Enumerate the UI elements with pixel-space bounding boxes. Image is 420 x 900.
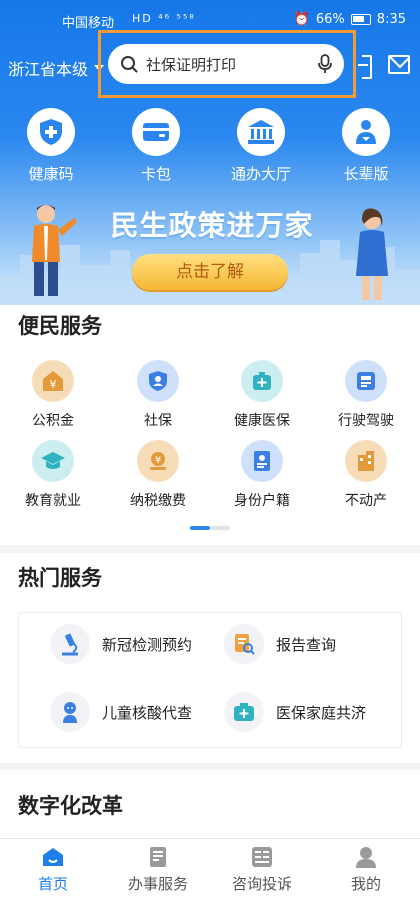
- woman-illustration: [356, 208, 388, 300]
- clock: 8:35: [376, 12, 406, 27]
- region-label: 浙江省本级: [8, 60, 89, 79]
- nav-profile[interactable]: 我的: [316, 845, 416, 894]
- quick-label: 长辈版: [343, 165, 389, 183]
- service-doc-icon: [150, 847, 166, 867]
- real-estate-icon: [345, 440, 387, 482]
- hot-label: 新冠检测预约: [102, 635, 193, 654]
- nav-services[interactable]: 办事服务: [108, 845, 208, 894]
- service-medical-insurance[interactable]: 健康医保: [212, 360, 312, 430]
- svg-text:¥: ¥: [155, 455, 161, 466]
- battery-icon: [350, 14, 371, 25]
- hot-label: 儿童核酸代查: [102, 703, 193, 722]
- hot-label: 报告查询: [276, 635, 337, 654]
- section-title-hot: 热门服务: [18, 566, 102, 590]
- quick-elder-mode[interactable]: 长辈版: [321, 108, 411, 184]
- service-social-security[interactable]: 社保: [108, 360, 208, 430]
- alarm-icon: ⏰: [293, 12, 310, 27]
- education-cap-icon: [32, 440, 74, 482]
- medical-insurance-icon: [241, 360, 283, 402]
- section-title-convenience: 便民服务: [18, 314, 102, 338]
- search-highlight-frame: [98, 30, 356, 98]
- bottom-navigation: 首页 办事服务 咨询投诉 我的: [0, 838, 420, 900]
- nav-label: 办事服务: [127, 875, 188, 893]
- nav-home[interactable]: 首页: [3, 845, 103, 894]
- service-label: 社保: [144, 413, 172, 429]
- hot-label: 医保家庭共济: [276, 703, 367, 722]
- service-label: 身份户籍: [234, 493, 290, 509]
- card-wallet-icon: [132, 108, 180, 156]
- service-real-estate[interactable]: 不动产: [316, 440, 416, 510]
- home-icon: [43, 848, 63, 866]
- report-search-icon: [224, 624, 264, 664]
- health-code-icon: [27, 108, 75, 156]
- service-education-employment[interactable]: 教育就业: [3, 440, 103, 510]
- profile-icon: [356, 847, 376, 868]
- mail-icon[interactable]: [388, 55, 410, 74]
- banner-title: 民生政策进万家: [110, 209, 314, 242]
- hot-covid-test-booking[interactable]: 新冠检测预约: [50, 624, 192, 664]
- hot-report-query[interactable]: 报告查询: [224, 624, 336, 664]
- nav-label: 首页: [37, 875, 68, 893]
- scan-icon[interactable]: [358, 55, 372, 79]
- status-right: ⏰ 66% 8:35: [294, 12, 406, 27]
- elder-mode-icon: [342, 108, 390, 156]
- quick-label: 通办大厅: [230, 165, 291, 183]
- service-label: 不动产: [345, 493, 387, 509]
- quick-label: 卡包: [140, 165, 171, 183]
- id-card-icon: [241, 440, 283, 482]
- section-title-digital-reform: 数字化改革: [18, 794, 123, 818]
- driving-license-icon: [345, 360, 387, 402]
- hero-header: 中国移动 HD ⁴⁶ ⁵⁵⁸ ⏰ 66% 8:35 浙江省本级 社保证明打印 健…: [0, 0, 420, 305]
- page-indicator: [190, 526, 230, 530]
- region-selector[interactable]: 浙江省本级: [8, 56, 105, 80]
- carrier-name: 中国移动: [62, 16, 115, 31]
- quick-label: 健康码: [28, 165, 74, 183]
- hot-medical-family-mutual-aid[interactable]: 医保家庭共济: [224, 692, 366, 732]
- page-indicator-inactive: [210, 526, 230, 530]
- man-illustration: [32, 205, 77, 296]
- signal-indicators: HD ⁴⁶ ⁵⁵⁸: [132, 12, 196, 25]
- service-housing-fund[interactable]: ¥ 公积金: [3, 360, 103, 430]
- quick-card-wallet[interactable]: 卡包: [111, 108, 201, 184]
- consult-icon: [252, 847, 272, 867]
- child-icon: [50, 692, 90, 732]
- service-label: 公积金: [32, 413, 74, 429]
- service-label: 健康医保: [234, 413, 290, 429]
- government-hall-icon: [237, 108, 285, 156]
- nav-consult-complain[interactable]: 咨询投诉: [212, 845, 312, 894]
- quick-government-hall[interactable]: 通办大厅: [216, 108, 306, 184]
- housing-fund-icon: ¥: [32, 360, 74, 402]
- service-label: 教育就业: [25, 493, 81, 509]
- hot-child-nucleic-acid[interactable]: 儿童核酸代查: [50, 692, 192, 732]
- service-driving-license[interactable]: 行驶驾驶: [316, 360, 416, 430]
- banner-learn-more-button[interactable]: 点击了解: [132, 254, 288, 290]
- svg-text:¥: ¥: [50, 378, 57, 391]
- service-identity-household[interactable]: 身份户籍: [212, 440, 312, 510]
- service-label: 纳税缴费: [130, 493, 186, 509]
- tax-payment-icon: ¥: [137, 440, 179, 482]
- quick-health-code[interactable]: 健康码: [6, 108, 96, 184]
- medical-kit-icon: [224, 692, 264, 732]
- nav-label: 我的: [350, 875, 381, 893]
- service-label: 行驶驾驶: [338, 413, 394, 429]
- nav-label: 咨询投诉: [231, 875, 292, 893]
- microscope-icon: [50, 624, 90, 664]
- page-indicator-active: [190, 526, 210, 530]
- battery-percent: 66%: [315, 12, 345, 27]
- service-tax-payment[interactable]: ¥ 纳税缴费: [108, 440, 208, 510]
- social-security-icon: [137, 360, 179, 402]
